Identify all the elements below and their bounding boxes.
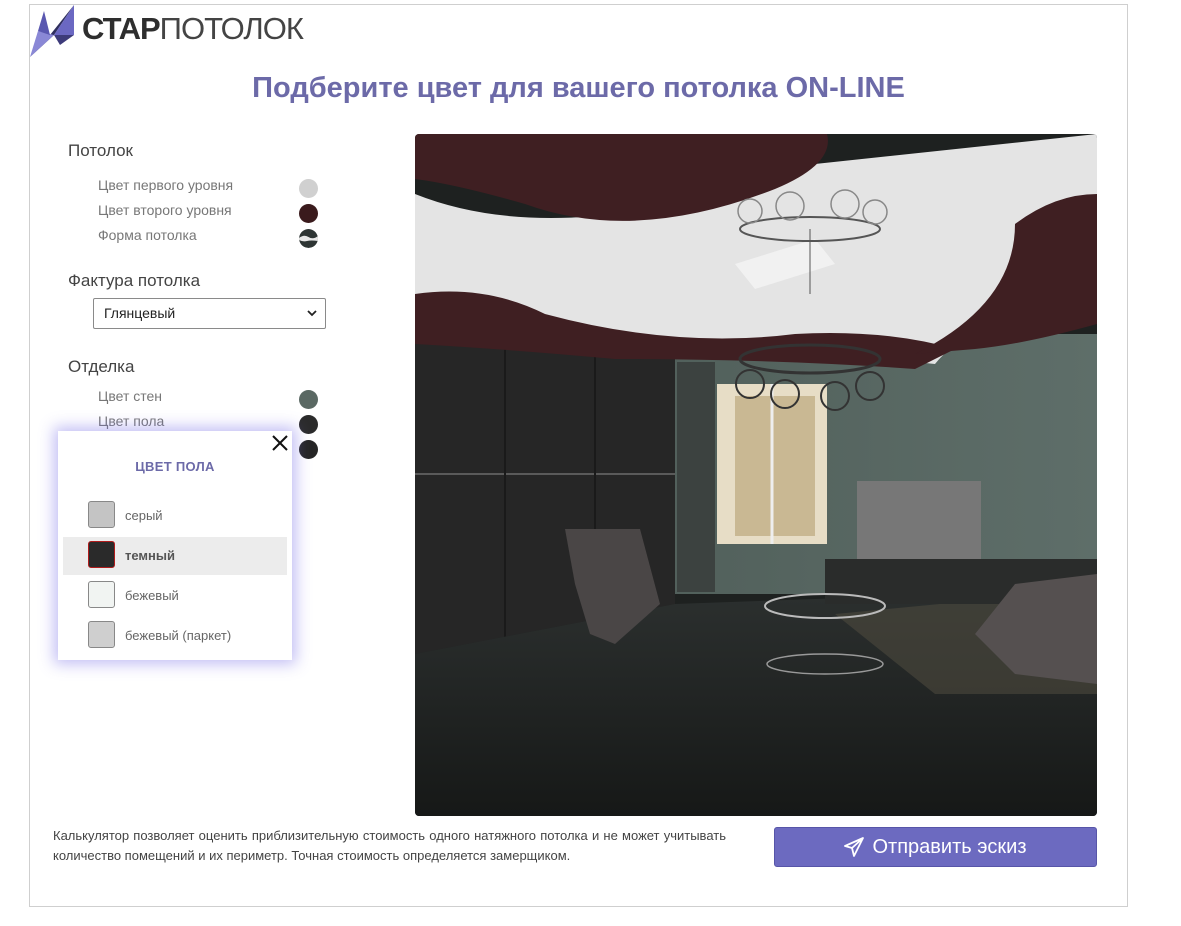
floor-option-label: серый [125, 508, 163, 523]
send-sketch-label: Отправить эскиз [872, 835, 1027, 858]
floor-option-label: бежевый [125, 588, 179, 603]
ceiling-shape-icon[interactable] [299, 229, 318, 248]
ceiling-heading: Потолок [68, 141, 133, 160]
texture-select[interactable]: Глянцевый [93, 298, 326, 329]
floor-option-swatch [88, 581, 115, 608]
floor-option-gray[interactable]: серый [63, 497, 287, 535]
first-level-color-label: Цвет первого уровня [98, 177, 234, 193]
room-preview [415, 134, 1097, 816]
chevron-down-icon [307, 310, 317, 317]
wall-color-swatch[interactable] [299, 390, 318, 409]
floor-color-popup: ЦВЕТ ПОЛА серый темный бежевый бежевый (… [58, 431, 292, 660]
disclaimer-note: Калькулятор позволяет оценить приблизите… [53, 828, 726, 863]
texture-heading: Фактура потолка [68, 271, 201, 290]
floor-color-swatch[interactable] [299, 415, 318, 434]
paper-plane-icon [844, 837, 865, 857]
star-logo-icon [30, 5, 74, 57]
first-level-color-swatch[interactable] [299, 179, 318, 198]
ceiling-shape-label: Форма потолка [98, 227, 197, 243]
page-title: Подберите цвет для вашего потолка ON-LIN… [252, 72, 905, 104]
floor-option-swatch [88, 621, 115, 648]
floor-option-label: бежевый (паркет) [125, 628, 232, 643]
brand-name: СТАРПОТОЛОК [82, 10, 304, 46]
popup-title: ЦВЕТ ПОЛА [135, 459, 215, 474]
second-level-color-swatch[interactable] [299, 204, 318, 223]
finish-extra-color-swatch[interactable] [299, 440, 318, 459]
finish-heading: Отделка [68, 357, 135, 376]
logo[interactable]: СТАРПОТОЛОК [30, 5, 304, 57]
close-icon[interactable] [270, 433, 290, 453]
room-preview-image [415, 134, 1097, 816]
floor-option-swatch [88, 541, 115, 568]
texture-select-value: Глянцевый [104, 305, 176, 321]
send-sketch-button[interactable]: Отправить эскиз [774, 827, 1097, 867]
floor-color-label: Цвет пола [98, 413, 165, 429]
floor-option-swatch [88, 501, 115, 528]
floor-option-dark[interactable]: темный [63, 537, 287, 575]
floor-option-label: темный [125, 548, 175, 563]
wall-color-label: Цвет стен [98, 388, 163, 404]
second-level-color-label: Цвет второго уровня [98, 202, 232, 218]
floor-option-beige-parquet[interactable]: бежевый (паркет) [63, 617, 287, 655]
floor-option-beige[interactable]: бежевый [63, 577, 287, 615]
